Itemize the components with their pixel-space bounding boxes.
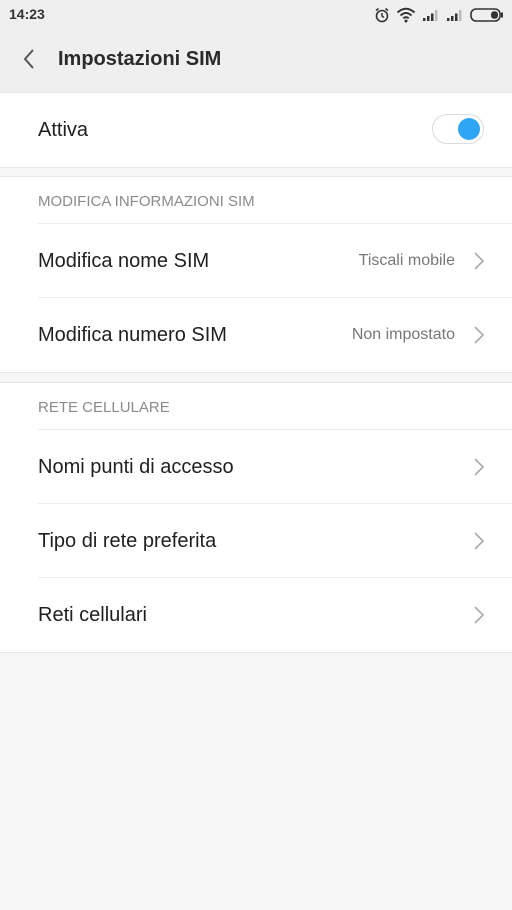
edit-sim-name-value: Tiscali mobile xyxy=(358,252,455,269)
section-header-network: RETE CELLULARE xyxy=(0,383,512,430)
chevron-right-icon xyxy=(472,325,486,345)
network-card: RETE CELLULARE Nomi punti di accesso Tip… xyxy=(0,382,512,653)
active-row[interactable]: Attiva xyxy=(0,93,512,167)
edit-sim-name-row[interactable]: Modifica nome SIM Tiscali mobile xyxy=(0,224,512,298)
chevron-right-icon xyxy=(472,251,486,271)
status-bar: 14:23 xyxy=(0,0,512,30)
cellular-networks-label: Reti cellulari xyxy=(38,603,147,626)
sim-info-card: MODIFICA INFORMAZIONI SIM Modifica nome … xyxy=(0,176,512,373)
app-bar: Impostazioni SIM xyxy=(0,30,512,93)
access-point-names-label: Nomi punti di accesso xyxy=(38,455,234,478)
chevron-left-icon xyxy=(22,48,36,75)
chevron-right-icon xyxy=(472,531,486,551)
cellular-networks-row[interactable]: Reti cellulari xyxy=(0,578,512,652)
toggle-knob xyxy=(458,118,480,140)
section-header-sim-info: MODIFICA INFORMAZIONI SIM xyxy=(0,177,512,224)
edit-sim-number-label: Modifica numero SIM xyxy=(38,323,227,346)
alarm-icon xyxy=(374,7,390,23)
preferred-network-type-row[interactable]: Tipo di rete preferita xyxy=(0,504,512,578)
edit-sim-name-label: Modifica nome SIM xyxy=(38,249,210,272)
active-toggle[interactable] xyxy=(432,114,484,144)
edit-sim-number-value: Non impostato xyxy=(351,326,455,343)
chevron-right-icon xyxy=(472,605,486,625)
signal-icon xyxy=(422,8,440,22)
active-card: Attiva xyxy=(0,92,512,168)
wifi-icon xyxy=(396,7,416,23)
section-header-label: MODIFICA INFORMAZIONI SIM xyxy=(38,193,255,210)
access-point-names-row[interactable]: Nomi punti di accesso xyxy=(0,430,512,504)
signal-icon xyxy=(446,8,464,22)
status-time: 14:23 xyxy=(9,6,45,22)
back-button[interactable] xyxy=(12,44,46,78)
page-title: Impostazioni SIM xyxy=(58,48,222,70)
active-label: Attiva xyxy=(38,118,89,141)
battery-icon xyxy=(470,8,504,22)
preferred-network-type-label: Tipo di rete preferita xyxy=(38,529,217,552)
section-header-label: RETE CELLULARE xyxy=(38,399,170,416)
status-icons xyxy=(374,4,504,26)
chevron-right-icon xyxy=(472,457,486,477)
edit-sim-number-row[interactable]: Modifica numero SIM Non impostato xyxy=(0,298,512,372)
